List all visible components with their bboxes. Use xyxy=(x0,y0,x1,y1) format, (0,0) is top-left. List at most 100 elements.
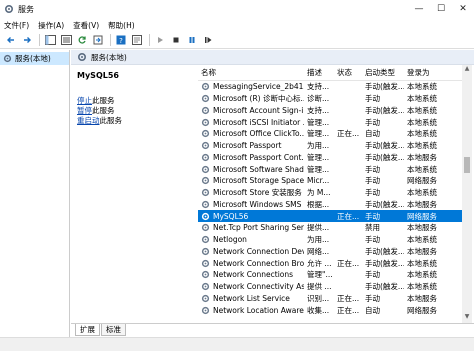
service-row[interactable]: Microsoft iSCSI Initiator ... 管理... 手动 本地系统 xyxy=(198,116,462,128)
start-service-button[interactable] xyxy=(153,33,167,47)
service-startup-cell: 手动 xyxy=(365,270,380,280)
service-logon-cell: 本地系统 xyxy=(407,270,437,280)
service-startup-cell: 手动(触发... xyxy=(365,246,404,256)
column-description[interactable]: 描述 xyxy=(304,67,334,78)
toolbar: ? xyxy=(0,32,474,49)
export-list-button[interactable] xyxy=(91,33,105,47)
menu-help[interactable]: 帮助(H) xyxy=(108,20,135,31)
service-startup-cell: 手动 xyxy=(365,164,380,174)
refresh-icon xyxy=(78,36,86,44)
service-startup-cell: 手动 xyxy=(365,188,380,198)
service-startup-cell: 自动 xyxy=(365,129,380,139)
restart-service-button[interactable] xyxy=(201,33,215,47)
service-row[interactable]: Network Location Aware... 收集... 正在... 自动 网络服… xyxy=(198,304,462,316)
service-gear-icon xyxy=(201,142,210,150)
console-tree: 服务(本地) xyxy=(0,50,70,351)
view-tabs: 扩展 标准 xyxy=(71,323,474,336)
service-logon-cell: 网络服务 xyxy=(407,211,437,221)
service-logon-cell: 本地系统 xyxy=(407,188,437,198)
column-status[interactable]: 状态 xyxy=(334,67,362,78)
details-view-button[interactable] xyxy=(59,33,73,47)
service-description-cell: 网络... xyxy=(307,246,330,256)
service-row[interactable]: Network Connections 管理"... 手动 本地系统 xyxy=(198,269,462,281)
service-status-cell: 正在... xyxy=(337,293,360,303)
menu-file[interactable]: 文件(F) xyxy=(4,20,29,31)
service-name-cell: Microsoft Store 安装服务 xyxy=(198,187,304,198)
pause-link[interactable]: 暂停 xyxy=(77,106,92,115)
tab-extended[interactable]: 扩展 xyxy=(75,324,100,336)
service-row[interactable]: Microsoft Software Shad... 管理... 手动 本地系统 xyxy=(198,163,462,175)
pause-service-button[interactable] xyxy=(185,33,199,47)
maximize-button[interactable]: ☐ xyxy=(430,0,452,18)
scroll-up-icon[interactable]: ▲ xyxy=(462,65,472,75)
service-row[interactable]: Microsoft Office ClickTo... 管理... 正在... 自动 本… xyxy=(198,128,462,140)
column-name[interactable]: 名称 xyxy=(198,67,304,78)
vertical-scrollbar[interactable]: ▲ ▼ xyxy=(462,65,472,323)
menu-view[interactable]: 查看(V) xyxy=(73,20,99,31)
service-name-cell: Netlogon xyxy=(198,235,304,244)
properties-icon xyxy=(132,35,142,45)
service-description-cell: 管理... xyxy=(307,129,330,139)
service-row[interactable]: Microsoft Store 安装服务为 M... 手动 本地系统 xyxy=(198,187,462,199)
stop-service-button[interactable] xyxy=(169,33,183,47)
service-row[interactable]: Microsoft Passport 为用... 手动(触发... 本地系统 xyxy=(198,140,462,152)
minimize-button[interactable]: — xyxy=(408,0,430,18)
service-gear-icon xyxy=(201,118,210,126)
service-name-cell: Microsoft Passport Cont... xyxy=(198,153,304,162)
service-logon-cell: 本地系统 xyxy=(407,258,437,268)
service-row[interactable]: Microsoft Account Sign-i... 支持... 手动(触发...… xyxy=(198,105,462,117)
back-button[interactable] xyxy=(4,33,18,47)
export-icon xyxy=(93,35,103,45)
service-row[interactable]: Microsoft (R) 诊断中心标... 诊断... 手动 本地系统 xyxy=(198,93,462,105)
scrollbar-thumb[interactable] xyxy=(464,157,470,173)
tab-standard[interactable]: 标准 xyxy=(101,324,126,336)
service-row[interactable]: MessagingService_2b413...支持... 手动(触发...本地… xyxy=(198,81,462,93)
service-gear-icon xyxy=(201,224,210,232)
help-icon: ? xyxy=(116,35,126,45)
services-gear-icon xyxy=(77,52,87,62)
service-startup-cell: 手动 xyxy=(365,211,380,221)
show-hide-tree-button[interactable] xyxy=(43,33,57,47)
service-logon-cell: 本地服务 xyxy=(407,199,437,209)
properties-button[interactable] xyxy=(130,33,144,47)
service-startup-cell: 禁用 xyxy=(365,223,380,233)
close-button[interactable]: ✕ xyxy=(452,0,474,18)
service-row[interactable]: Microsoft Passport Cont... 管理... 手动(触发... 本… xyxy=(198,152,462,164)
column-log-on-as[interactable]: 登录为 xyxy=(404,67,462,78)
restart-link[interactable]: 重启动 xyxy=(77,116,100,125)
service-description-cell: 管理... xyxy=(307,152,330,162)
service-name-cell: Microsoft Storage Space... xyxy=(198,176,304,185)
service-description-cell: Micr... xyxy=(307,176,330,186)
service-startup-cell: 手动 xyxy=(365,94,380,104)
service-name-cell: Microsoft iSCSI Initiator ... xyxy=(198,118,304,127)
service-gear-icon xyxy=(201,306,210,314)
service-description-cell: 支持... xyxy=(307,82,330,92)
refresh-button[interactable] xyxy=(75,33,89,47)
service-row[interactable]: Net.Tcp Port Sharing Ser... 提供... 禁用 本地服务 xyxy=(198,222,462,234)
service-logon-cell: 本地系统 xyxy=(407,282,437,292)
forward-button[interactable] xyxy=(20,33,34,47)
service-row[interactable]: Network Connection Bro... 允许 ... 正在... 手动(触… xyxy=(198,257,462,269)
service-name-cell: MessagingService_2b413... xyxy=(198,82,304,91)
pane-header-label: 服务(本地) xyxy=(91,52,127,62)
service-row[interactable]: MySQL56 正在... 手动 网络服务 xyxy=(198,210,462,222)
help-button[interactable]: ? xyxy=(114,33,128,47)
back-arrow-icon xyxy=(7,37,14,43)
tree-item-services-local[interactable]: 服务(本地) xyxy=(0,52,69,65)
service-description-cell: 管理... xyxy=(307,117,330,127)
menu-bar: 文件(F) 操作(A) 查看(V) 帮助(H) xyxy=(0,18,474,32)
services-gear-icon xyxy=(4,4,14,14)
menu-action[interactable]: 操作(A) xyxy=(38,20,64,31)
service-row[interactable]: Network Connectivity Ass...提供 ... 手动(触发..… xyxy=(198,281,462,293)
service-description-cell: 为用... xyxy=(307,235,330,245)
service-row[interactable]: Network Connection Devi...网络... 手动(触发...本… xyxy=(198,246,462,258)
service-row[interactable]: Microsoft Storage Space... Micr... 手动 网络服务 xyxy=(198,175,462,187)
scroll-down-icon[interactable]: ▼ xyxy=(462,313,472,323)
service-row[interactable]: Microsoft Windows SMS ... 根据... 手动(触发... 本地… xyxy=(198,199,462,211)
stop-link[interactable]: 停止 xyxy=(77,96,92,105)
service-description-cell: 根据... xyxy=(307,199,330,209)
service-row[interactable]: Netlogon 为用... 手动 本地系统 xyxy=(198,234,462,246)
service-row[interactable]: Network List Service 识别... 正在... 手动 本地服务 xyxy=(198,293,462,305)
column-startup-type[interactable]: 启动类型 xyxy=(362,67,404,78)
service-gear-icon xyxy=(201,177,210,185)
